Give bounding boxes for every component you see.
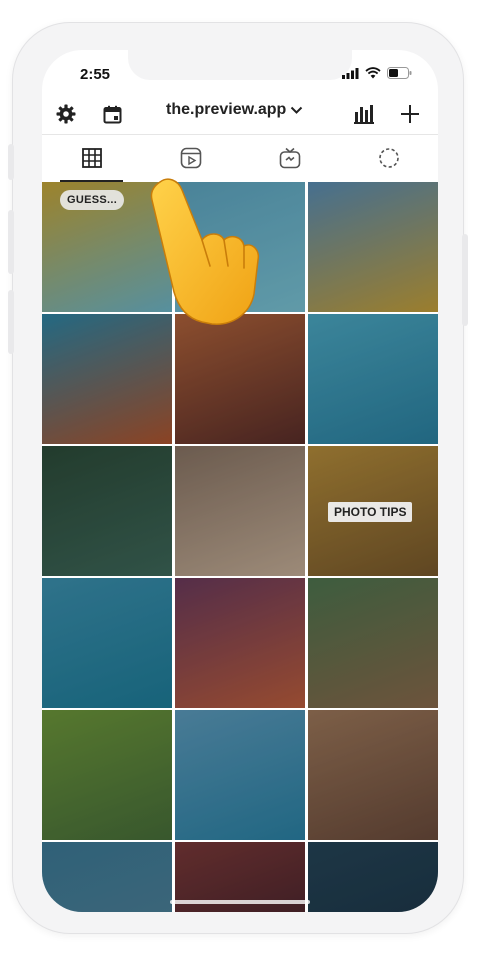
view-tabs [42,134,438,182]
thumbnail-dim-overlay [42,578,172,708]
post-thumbnail[interactable] [175,314,305,444]
thumbnail-dim-overlay [42,446,172,576]
side-button-volume-up [8,210,14,274]
add-post-button[interactable] [398,102,422,126]
post-thumbnail[interactable] [308,182,438,312]
post-thumbnail[interactable] [175,446,305,576]
post-thumbnail[interactable] [308,314,438,444]
post-thumbnail[interactable] [308,578,438,708]
side-button-silent [8,144,14,180]
top-bar: the.preview.app [42,96,438,135]
post-thumbnail[interactable] [175,578,305,708]
status-icons [342,67,412,79]
tab-grid[interactable] [42,134,141,182]
thumbnail-dim-overlay [42,842,172,912]
gear-icon [56,104,76,124]
thumbnail-dim-overlay [175,314,305,444]
grid-icon [81,148,102,168]
cellular-signal-icon [342,67,359,79]
post-thumbnail[interactable] [42,578,172,708]
app-screen: 2:55 the.preview.app GUESS... PHOTO TIPS [42,50,438,912]
calendar-button[interactable] [100,102,124,126]
tab-reels[interactable] [141,134,240,182]
post-caption-label: GUESS... [60,190,125,210]
thumbnail-dim-overlay [308,182,438,312]
account-name: the.preview.app [166,101,287,118]
post-thumbnail[interactable] [42,446,172,576]
notch [128,50,352,80]
post-thumbnail[interactable] [42,314,172,444]
igtv-icon [279,147,300,169]
status-bar: 2:55 [42,50,438,96]
plus-icon [401,105,419,123]
thumbnail-dim-overlay [42,314,172,444]
analytics-button[interactable] [352,102,376,126]
post-thumbnail[interactable] [308,710,438,840]
thumbnail-dim-overlay [42,710,172,840]
thumbnail-dim-overlay [175,710,305,840]
home-indicator[interactable] [170,900,310,904]
thumbnail-dim-overlay [308,314,438,444]
side-button-volume-down [8,290,14,354]
post-thumbnail[interactable] [42,710,172,840]
status-time: 2:55 [80,66,111,83]
thumbnail-dim-overlay [308,578,438,708]
post-thumbnail[interactable]: PHOTO TIPS [308,446,438,576]
post-thumbnail[interactable] [308,842,438,912]
calendar-icon [103,105,121,123]
stories-circle-icon [378,148,399,168]
tab-stories[interactable] [339,134,438,182]
thumbnail-dim-overlay [175,446,305,576]
thumbnail-dim-overlay [308,842,438,912]
wifi-icon [365,67,381,79]
post-thumbnail[interactable] [175,710,305,840]
chevron-down-icon [291,106,303,114]
side-button-power [462,234,468,326]
reels-icon [180,147,201,169]
bar-chart-icon [354,105,374,124]
pointing-hand-icon [150,178,260,325]
tab-igtv[interactable] [240,134,339,182]
thumbnail-dim-overlay [175,578,305,708]
post-thumbnail[interactable] [42,842,172,912]
post-caption-label: PHOTO TIPS [328,502,413,522]
battery-icon [387,67,412,79]
thumbnail-dim-overlay [308,710,438,840]
settings-button[interactable] [54,102,78,126]
account-switcher[interactable]: the.preview.app [166,101,303,119]
